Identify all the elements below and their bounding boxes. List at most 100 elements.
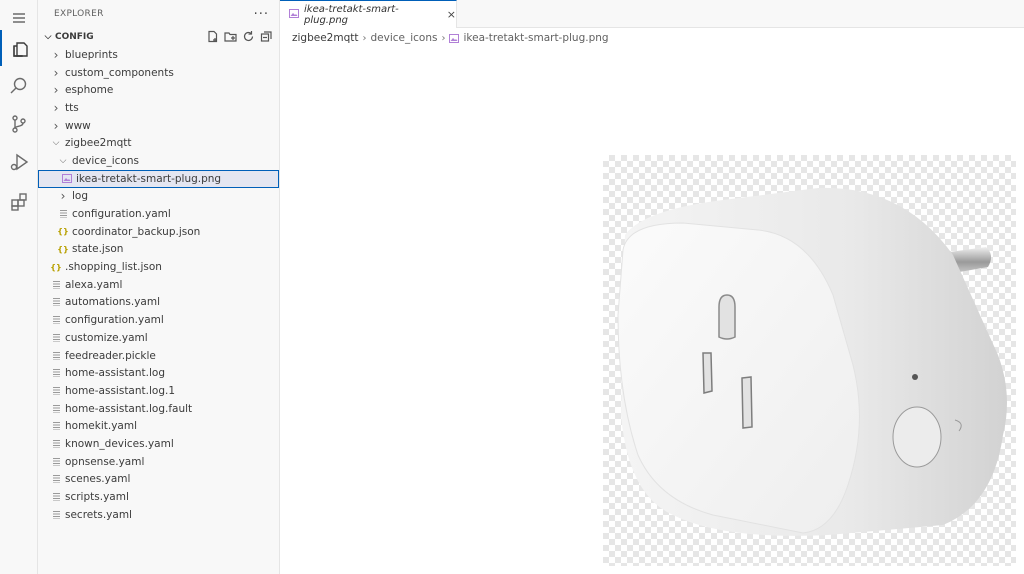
editor-tab-bar: ikea-tretakt-smart-plug.png ×	[280, 0, 1024, 28]
text-file-icon	[50, 280, 62, 289]
tree-folder[interactable]: ⌵ zigbee2mqtt	[38, 134, 279, 152]
tree-item-label: zigbee2mqtt	[65, 137, 132, 150]
image-file-icon	[61, 174, 73, 184]
tree-item-label: www	[65, 119, 91, 132]
text-file-icon	[50, 457, 62, 466]
text-file-icon	[50, 351, 62, 360]
tab-image-file[interactable]: ikea-tretakt-smart-plug.png ×	[280, 0, 457, 28]
tree-file[interactable]: opnsense.yaml	[38, 453, 279, 471]
chevron-right-icon: ›	[53, 83, 59, 98]
text-file-icon	[50, 298, 62, 307]
tree-item-label: alexa.yaml	[65, 278, 123, 291]
tree-item-label: scripts.yaml	[65, 491, 129, 504]
json-file-icon: {}	[57, 244, 69, 254]
tree-item-label: configuration.yaml	[72, 208, 171, 221]
tree-file[interactable]: automations.yaml	[38, 294, 279, 312]
chevron-right-icon: ›	[441, 32, 446, 44]
explorer-sidebar: EXPLORER ··· ⌵ CONFIG › blueprints › custom…	[38, 0, 280, 574]
text-file-icon	[50, 333, 62, 342]
tree-file[interactable]: customize.yaml	[38, 329, 279, 347]
text-file-icon	[50, 422, 62, 431]
text-file-icon	[50, 386, 62, 395]
tree-item-label: feedreader.pickle	[65, 349, 156, 362]
tree-folder[interactable]: › esphome	[38, 81, 279, 99]
tree-item-label: blueprints	[65, 48, 118, 61]
chevron-right-icon: ›	[60, 189, 66, 204]
tree-folder[interactable]: ⌵ device_icons	[38, 152, 279, 170]
source-control-icon[interactable]	[0, 106, 37, 142]
tree-file[interactable]: secrets.yaml	[38, 506, 279, 524]
tree-file[interactable]: home-assistant.log.1	[38, 382, 279, 400]
collapse-all-icon[interactable]	[260, 30, 273, 43]
text-file-icon	[50, 439, 62, 448]
tree-item-label: ikea-tretakt-smart-plug.png	[76, 172, 222, 185]
workspace-section-header[interactable]: ⌵ CONFIG	[38, 28, 279, 46]
tree-item-label: home-assistant.log.fault	[65, 402, 193, 415]
tree-file[interactable]: known_devices.yaml	[38, 435, 279, 453]
tree-file[interactable]: alexa.yaml	[38, 276, 279, 294]
tree-file[interactable]: homekit.yaml	[38, 417, 279, 435]
breadcrumb-item[interactable]: device_icons	[371, 32, 438, 44]
refresh-icon[interactable]	[242, 30, 255, 43]
tree-file[interactable]: {} state.json	[38, 241, 279, 259]
tree-item-label: coordinator_backup.json	[72, 225, 201, 238]
tree-item-label: device_icons	[72, 154, 139, 167]
tree-file[interactable]: configuration.yaml	[38, 311, 279, 329]
explorer-header: EXPLORER ···	[38, 0, 279, 28]
text-file-icon	[50, 316, 62, 325]
file-tree: › blueprints › custom_components › esphome › tt…	[38, 46, 279, 524]
breadcrumb-item[interactable]: ikea-tretakt-smart-plug.png	[463, 32, 608, 44]
explorer-toolbar	[206, 30, 273, 43]
explorer-icon[interactable]	[0, 30, 37, 66]
tree-item-label: automations.yaml	[65, 296, 161, 309]
tree-file[interactable]: scripts.yaml	[38, 488, 279, 506]
tree-item-label: opnsense.yaml	[65, 455, 145, 468]
text-file-icon	[50, 475, 62, 484]
extensions-icon[interactable]	[0, 184, 37, 220]
chevron-right-icon: ›	[53, 100, 59, 115]
tree-item-label: state.json	[72, 243, 124, 256]
tree-item-label: homekit.yaml	[65, 420, 138, 433]
text-file-icon	[50, 493, 62, 502]
tree-file[interactable]: ikea-tretakt-smart-plug.png	[38, 169, 279, 188]
tree-file[interactable]: configuration.yaml	[38, 205, 279, 223]
chevron-down-icon: ⌵	[59, 155, 67, 166]
tree-file[interactable]: scenes.yaml	[38, 471, 279, 489]
search-icon[interactable]	[0, 68, 37, 104]
breadcrumb-item[interactable]: zigbee2mqtt	[292, 32, 359, 44]
tree-folder[interactable]: › www	[38, 117, 279, 135]
text-file-icon	[50, 510, 62, 519]
tree-folder[interactable]: › blueprints	[38, 46, 279, 64]
tree-item-label: custom_components	[65, 66, 174, 79]
tree-item-label: configuration.yaml	[65, 314, 164, 327]
tree-file[interactable]: {} coordinator_backup.json	[38, 223, 279, 241]
tree-folder[interactable]: › custom_components	[38, 64, 279, 82]
tree-folder[interactable]: › tts	[38, 99, 279, 117]
tree-file[interactable]: {} .shopping_list.json	[38, 258, 279, 276]
image-file-icon	[449, 33, 460, 43]
tree-file[interactable]: feedreader.pickle	[38, 347, 279, 365]
close-icon[interactable]: ×	[447, 8, 456, 21]
workspace-name: CONFIG	[55, 32, 94, 42]
chevron-down-icon: ⌵	[52, 138, 60, 149]
text-file-icon	[50, 369, 62, 378]
tree-item-label: home-assistant.log	[65, 367, 165, 380]
new-file-icon[interactable]	[206, 30, 219, 43]
chevron-right-icon: ›	[362, 32, 367, 44]
tree-item-label: home-assistant.log.1	[65, 384, 176, 397]
text-file-icon	[50, 404, 62, 413]
json-file-icon: {}	[50, 262, 62, 272]
chevron-right-icon: ›	[53, 65, 59, 80]
tree-item-label: tts	[65, 101, 79, 114]
new-folder-icon[interactable]	[224, 30, 237, 43]
run-debug-icon[interactable]	[0, 144, 37, 180]
tree-item-label: log	[72, 190, 89, 203]
breadcrumb: zigbee2mqtt › device_icons › ikea-tretak…	[292, 30, 609, 46]
tree-item-label: scenes.yaml	[65, 473, 131, 486]
tree-file[interactable]: home-assistant.log	[38, 364, 279, 382]
tree-file[interactable]: home-assistant.log.fault	[38, 400, 279, 418]
chevron-down-icon: ⌵	[44, 32, 52, 42]
more-actions-icon[interactable]: ···	[254, 7, 269, 22]
tree-folder[interactable]: › log	[38, 188, 279, 206]
image-preview[interactable]	[603, 155, 1016, 566]
